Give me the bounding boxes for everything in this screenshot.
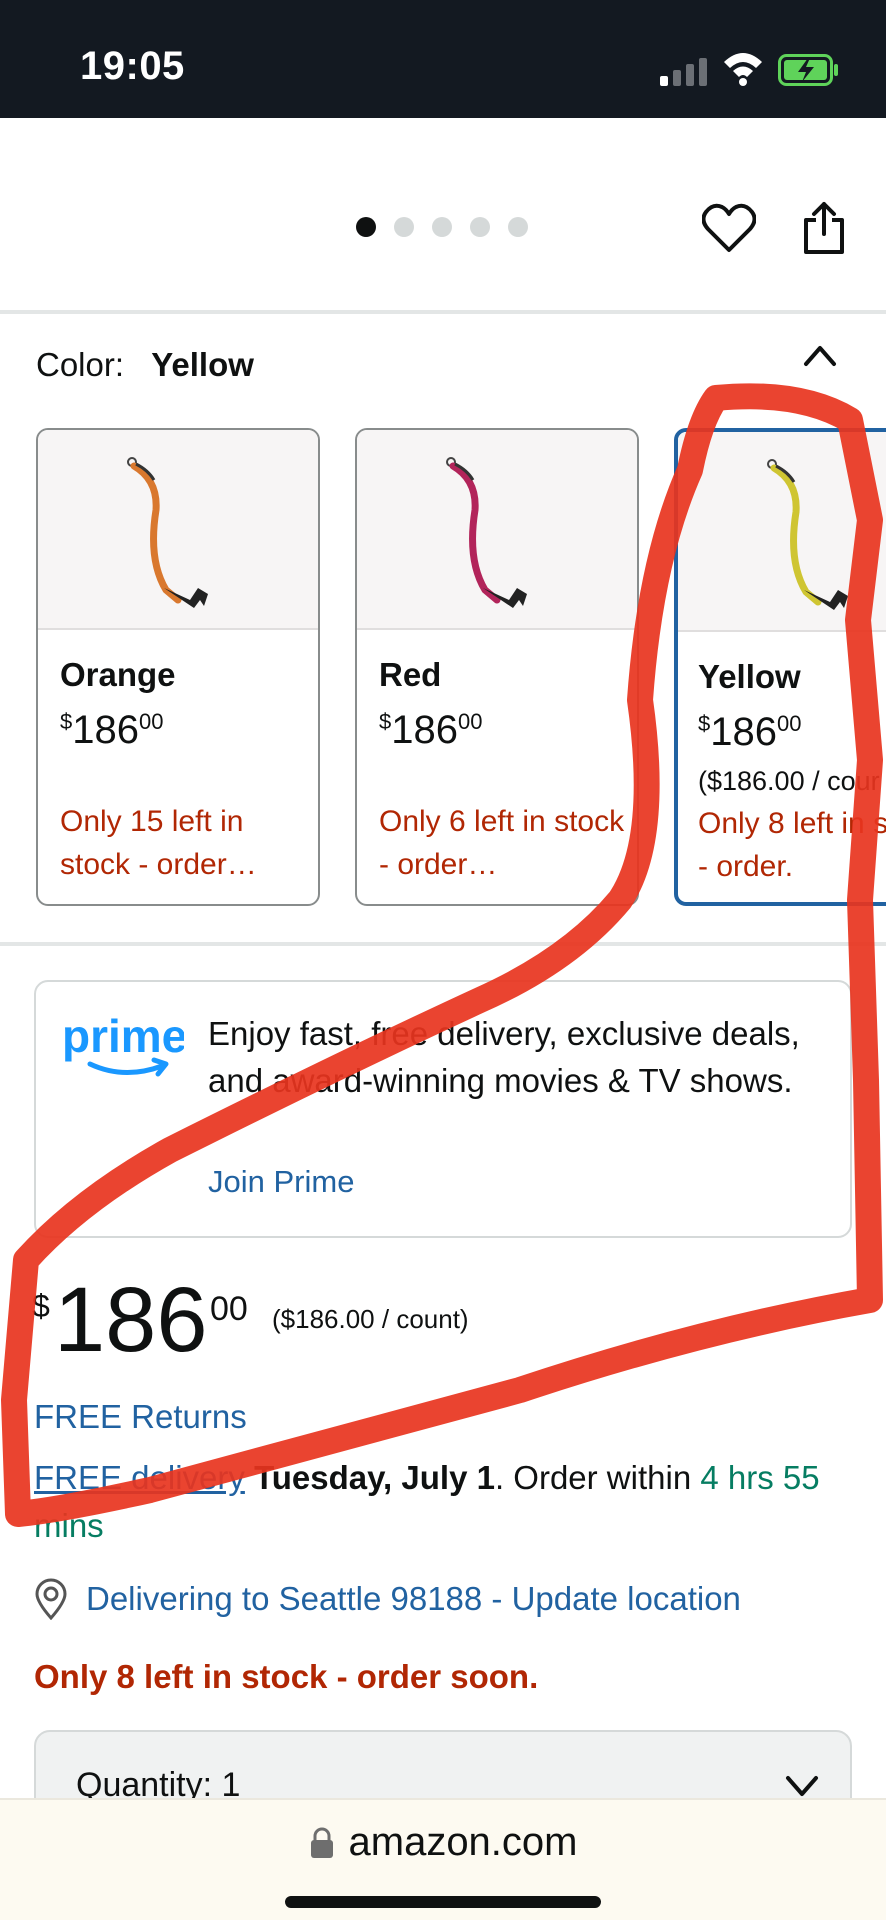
price-fraction: 00 — [210, 1290, 248, 1328]
status-bar: 19:05 — [0, 0, 886, 118]
free-delivery-link[interactable]: FREE delivery — [34, 1459, 245, 1496]
cellular-signal-icon — [660, 58, 707, 86]
lock-icon — [310, 1827, 333, 1858]
color-option-name: Orange — [60, 656, 176, 693]
prime-promo-card[interactable]: prime Enjoy fast, free delivery, exclusi… — [34, 980, 852, 1238]
color-option-stock: Only 8 left in stock - order. — [698, 807, 886, 883]
chevron-down-icon — [786, 1776, 818, 1796]
free-returns-link[interactable]: FREE Returns — [34, 1398, 247, 1436]
color-option-name: Yellow — [698, 658, 801, 695]
order-within-text: . Order within — [494, 1459, 692, 1496]
delivery-date: Tuesday, July 1 — [254, 1459, 495, 1496]
color-option-name: Red — [379, 656, 442, 693]
pagination-dot[interactable] — [508, 217, 528, 237]
location-link[interactable]: Delivering to Seattle 98188 - Update loc… — [86, 1580, 741, 1618]
cable-image-icon — [127, 457, 208, 608]
cable-image-icon — [446, 457, 527, 608]
pagination-dot[interactable] — [356, 217, 376, 237]
image-pagination-dots[interactable] — [356, 217, 528, 237]
color-option-price: $18600 — [60, 708, 164, 752]
unit-price: ($186.00 / count) — [272, 1304, 469, 1334]
delivery-info: FREE delivery Tuesday, July 1. Order wit… — [34, 1454, 854, 1550]
pagination-dot[interactable] — [432, 217, 452, 237]
color-label: Color: — [36, 346, 125, 383]
url-domain: amazon.com — [348, 1820, 578, 1864]
color-option-stock: Only 6 left in stock - order… — [379, 805, 625, 881]
prime-description: Enjoy fast, free delivery, exclusive dea… — [208, 1015, 800, 1099]
color-option-red[interactable]: Red $18600 Only 6 left in stock - order… — [355, 428, 639, 906]
svg-text:prime: prime — [62, 1014, 184, 1062]
section-divider — [0, 310, 886, 314]
color-selector-header[interactable]: Color: Yellow — [36, 346, 254, 384]
url-display[interactable]: amazon.com — [0, 1820, 886, 1865]
color-option-orange[interactable]: Orange $18600 Only 15 left in stock - or… — [36, 428, 320, 906]
color-option-stock: Only 15 left in stock - order… — [60, 805, 257, 881]
chevron-up-icon[interactable] — [800, 340, 840, 370]
color-swatch-list: Orange $18600 Only 15 left in stock - or… — [36, 428, 886, 908]
pagination-dot[interactable] — [470, 217, 490, 237]
browser-url-bar[interactable]: amazon.com — [0, 1798, 886, 1920]
pagination-dot[interactable] — [394, 217, 414, 237]
price-whole: 186 — [54, 1269, 208, 1371]
color-option-price: $18600 — [698, 710, 802, 754]
share-icon[interactable] — [800, 200, 848, 256]
product-thumbnail — [678, 432, 886, 632]
color-option-unit-price: ($186.00 / cour — [698, 766, 880, 796]
red-annotation-stroke — [1, 383, 883, 1527]
join-prime-link[interactable]: Join Prime — [208, 1164, 354, 1200]
wifi-icon — [724, 53, 762, 86]
home-indicator[interactable] — [285, 1896, 601, 1908]
color-option-price: $18600 — [379, 708, 483, 752]
section-divider — [0, 942, 886, 946]
heart-icon[interactable] — [702, 202, 756, 254]
color-option-yellow[interactable]: Yellow $18600 ($186.00 / cour Only 8 lef… — [674, 428, 886, 906]
product-thumbnail — [357, 430, 637, 630]
price-currency: $ — [32, 1288, 50, 1324]
status-time: 19:05 — [80, 44, 185, 88]
battery-charging-icon — [778, 54, 838, 86]
prime-logo: prime — [62, 1014, 184, 1077]
delivery-location[interactable]: Delivering to Seattle 98188 - Update loc… — [34, 1578, 741, 1620]
selected-color: Yellow — [151, 346, 254, 383]
stock-status: Only 8 left in stock - order soon. — [34, 1658, 539, 1695]
location-pin-icon — [35, 1578, 67, 1620]
cable-image-icon — [767, 459, 848, 610]
product-thumbnail — [38, 430, 318, 630]
